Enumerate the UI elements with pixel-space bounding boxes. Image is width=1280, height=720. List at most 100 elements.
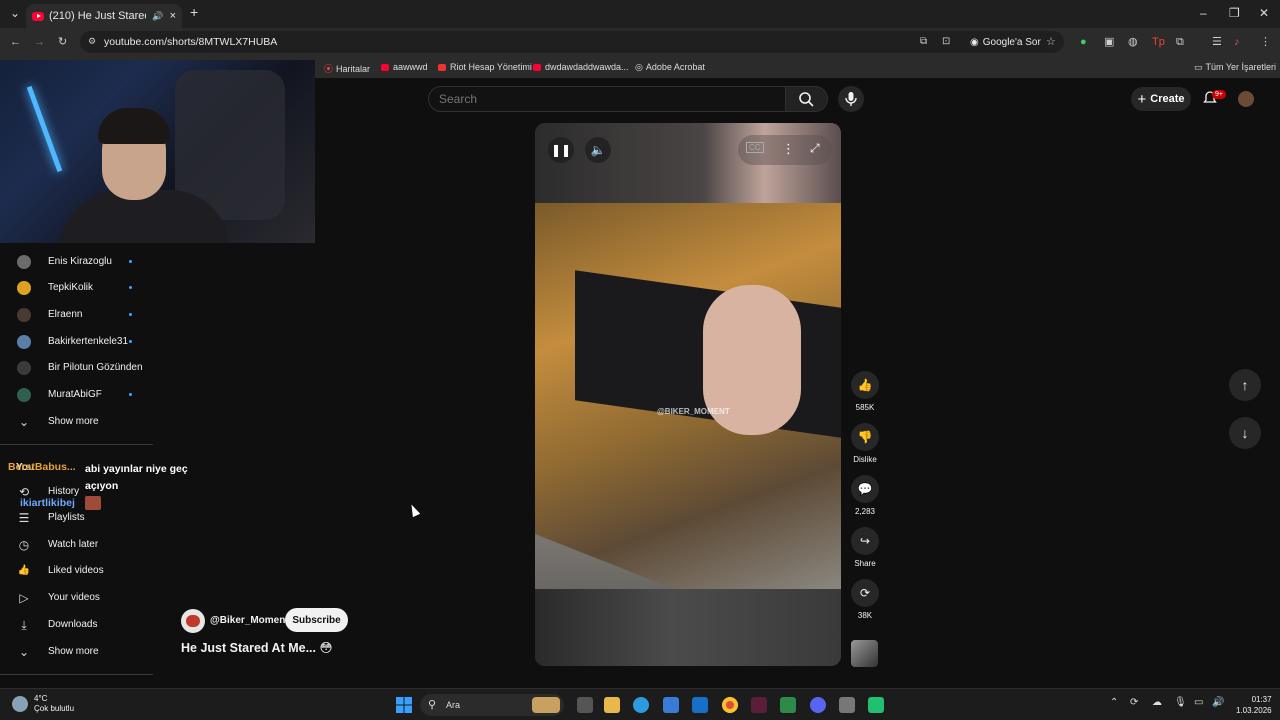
browser-tab[interactable]: (210) He Just Stared At Me... 🔊 × (26, 4, 182, 28)
bookmark-item[interactable]: Riot Hesap Yönetimi (438, 62, 532, 72)
show-more-you[interactable]: ⌄ Show more (0, 639, 153, 665)
create-button[interactable]: + Create (1131, 87, 1191, 111)
bookmark-item[interactable]: dwdawdaddwawda... (533, 62, 629, 72)
site-info-icon[interactable]: ⚙ (88, 36, 96, 47)
volume-icon[interactable]: 🔊 (1212, 697, 1224, 708)
profile-icon[interactable]: ♪ (1234, 36, 1240, 48)
chrome-icon[interactable] (722, 697, 738, 713)
search-icon (799, 92, 814, 107)
edge-icon[interactable] (633, 697, 649, 713)
sidebar-item-downloads[interactable]: ⤓ Downloads (0, 612, 153, 638)
search-box[interactable] (428, 86, 786, 112)
minimize-icon[interactable]: – (1200, 6, 1207, 20)
close-window-icon[interactable]: ✕ (1259, 6, 1269, 20)
search-input[interactable] (439, 92, 769, 106)
discord-icon[interactable] (810, 697, 826, 713)
like-button[interactable]: 👍 585K (849, 371, 881, 412)
captions-icon[interactable]: CC (746, 142, 764, 153)
extension-icon[interactable]: ▣ (1104, 36, 1114, 48)
avatar[interactable] (1238, 91, 1254, 107)
search-button[interactable] (786, 86, 828, 112)
fullscreen-icon[interactable]: ⤢ (810, 141, 820, 156)
show-more-subscriptions[interactable]: ⌄ Show more (0, 409, 153, 435)
forward-icon[interactable]: → (34, 36, 45, 48)
translate-icon[interactable]: ⧉ (920, 36, 927, 47)
onedrive-icon[interactable]: ☁ (1152, 697, 1162, 708)
channel-name[interactable]: @Biker_Moment (210, 615, 289, 626)
channel-avatar (17, 281, 31, 295)
dislike-button[interactable]: 👎 Dislike (849, 423, 881, 464)
share-button[interactable]: ↪ Share (849, 527, 881, 568)
network-icon[interactable]: ▭ (1194, 697, 1203, 708)
url-text[interactable]: youtube.com/shorts/8MTWLX7HUBA (104, 36, 277, 48)
sidebar-item-your-videos[interactable]: ▷ Your videos (0, 585, 153, 611)
bookmark-star-icon[interactable]: ☆ (1046, 35, 1056, 48)
previous-short-button[interactable]: ↑ (1229, 369, 1261, 401)
sidebar-item-subscription[interactable]: TepkiKolik (0, 275, 153, 301)
extension-icon[interactable]: ● (1080, 36, 1087, 48)
outlook-icon[interactable] (692, 697, 708, 713)
volume-button[interactable]: 🔈 (585, 137, 611, 163)
weather-widget[interactable]: 4°C Çok bulutlu (34, 694, 74, 714)
windows-start-icon[interactable] (396, 697, 412, 713)
channel-avatar[interactable] (181, 609, 205, 633)
player-controls-right: CC ⋮ ⤢ (738, 135, 832, 165)
ask-google-button[interactable]: ◉ Google'a Sor (964, 33, 1047, 51)
bookmark-item[interactable]: aawwwd (381, 62, 428, 72)
all-bookmarks[interactable]: ▭ Tüm Yer İşaretleri (1194, 62, 1276, 73)
weather-icon[interactable] (12, 696, 28, 712)
remix-button[interactable]: ⟳ 38K (849, 579, 881, 620)
tab-audio-icon[interactable]: 🔊 (152, 11, 163, 22)
media-control-icon[interactable]: ☰ (1212, 36, 1222, 48)
reload-icon[interactable]: ↻ (58, 36, 67, 48)
subscribe-button[interactable]: Subscribe (285, 608, 348, 632)
video-title[interactable]: He Just Stared At Me... 😳 (181, 640, 333, 655)
tab-list-chevron-icon[interactable]: ⌄ (10, 6, 20, 20)
clock[interactable]: 01:37 1.03.2026 (1236, 694, 1272, 716)
app-icon[interactable] (751, 697, 767, 713)
taskbar-search-label: Ara (446, 700, 461, 710)
comments-button[interactable]: 💬 2,283 (849, 475, 881, 516)
show-more-label: Show more (48, 416, 99, 427)
app-icon[interactable] (780, 697, 796, 713)
sidebar-item-subscription[interactable]: MuratAbiGF (0, 382, 153, 408)
store-icon[interactable] (663, 697, 679, 713)
sidebar-item-subscription[interactable]: Bakirkertenkele31 (0, 329, 153, 355)
bookmark-item[interactable]: ◎ Adobe Acrobat (635, 62, 705, 73)
back-icon[interactable]: ← (10, 36, 21, 48)
remix-icon: ⟳ (859, 586, 871, 600)
sidebar-item-watch-later[interactable]: ◷ Watch later (0, 532, 153, 558)
tab-close-icon[interactable]: × (170, 10, 176, 22)
pause-button[interactable]: ❚❚ (548, 137, 574, 163)
file-explorer-icon[interactable] (604, 697, 620, 713)
extensions-puzzle-icon[interactable]: ⧉ (1176, 36, 1184, 48)
shorts-video-player[interactable]: @BIKER_MOMENT (535, 123, 841, 666)
next-short-button[interactable]: ↓ (1229, 417, 1261, 449)
taskbar-search[interactable]: ⚲ Ara (420, 694, 564, 716)
sidebar-item-label: Your videos (48, 592, 100, 603)
bookmark-item[interactable]: ⦿ Haritalar (324, 62, 370, 75)
address-bar[interactable]: ⚙ youtube.com/shorts/8MTWLX7HUBA ⧉ ⊡ ◉ G… (80, 31, 1064, 53)
more-options-icon[interactable]: ⋮ (782, 141, 795, 157)
install-app-icon[interactable]: ⊡ (942, 36, 950, 47)
tray-app-icon[interactable]: ⟳ (1130, 697, 1138, 708)
plus-icon: + (1137, 90, 1147, 108)
sidebar-item-subscription[interactable]: Bir Pilotun Gözünden (0, 355, 153, 381)
mic-icon[interactable]: 🎙 (1174, 697, 1187, 708)
menu-icon[interactable]: ⋮ (1260, 36, 1271, 48)
new-content-dot (129, 393, 132, 396)
app-icon[interactable] (839, 697, 855, 713)
sound-thumbnail[interactable] (851, 640, 878, 667)
sidebar-item-liked-videos[interactable]: 👍 Liked videos (0, 558, 153, 584)
extension-icon[interactable]: Tp (1152, 36, 1165, 48)
sidebar-item-subscription[interactable]: Enis Kirazoglu (0, 249, 153, 275)
task-view-icon[interactable] (577, 697, 593, 713)
app-icon[interactable] (868, 697, 884, 713)
new-tab-icon[interactable]: + (190, 4, 198, 20)
like-count: 585K (855, 403, 875, 412)
extension-icon[interactable]: ◍ (1128, 36, 1138, 48)
voice-search-button[interactable] (838, 86, 864, 112)
tray-chevron-icon[interactable]: ⌃ (1110, 697, 1118, 708)
restore-icon[interactable]: ❐ (1229, 6, 1240, 20)
sidebar-item-subscription[interactable]: Elraenn (0, 302, 153, 328)
